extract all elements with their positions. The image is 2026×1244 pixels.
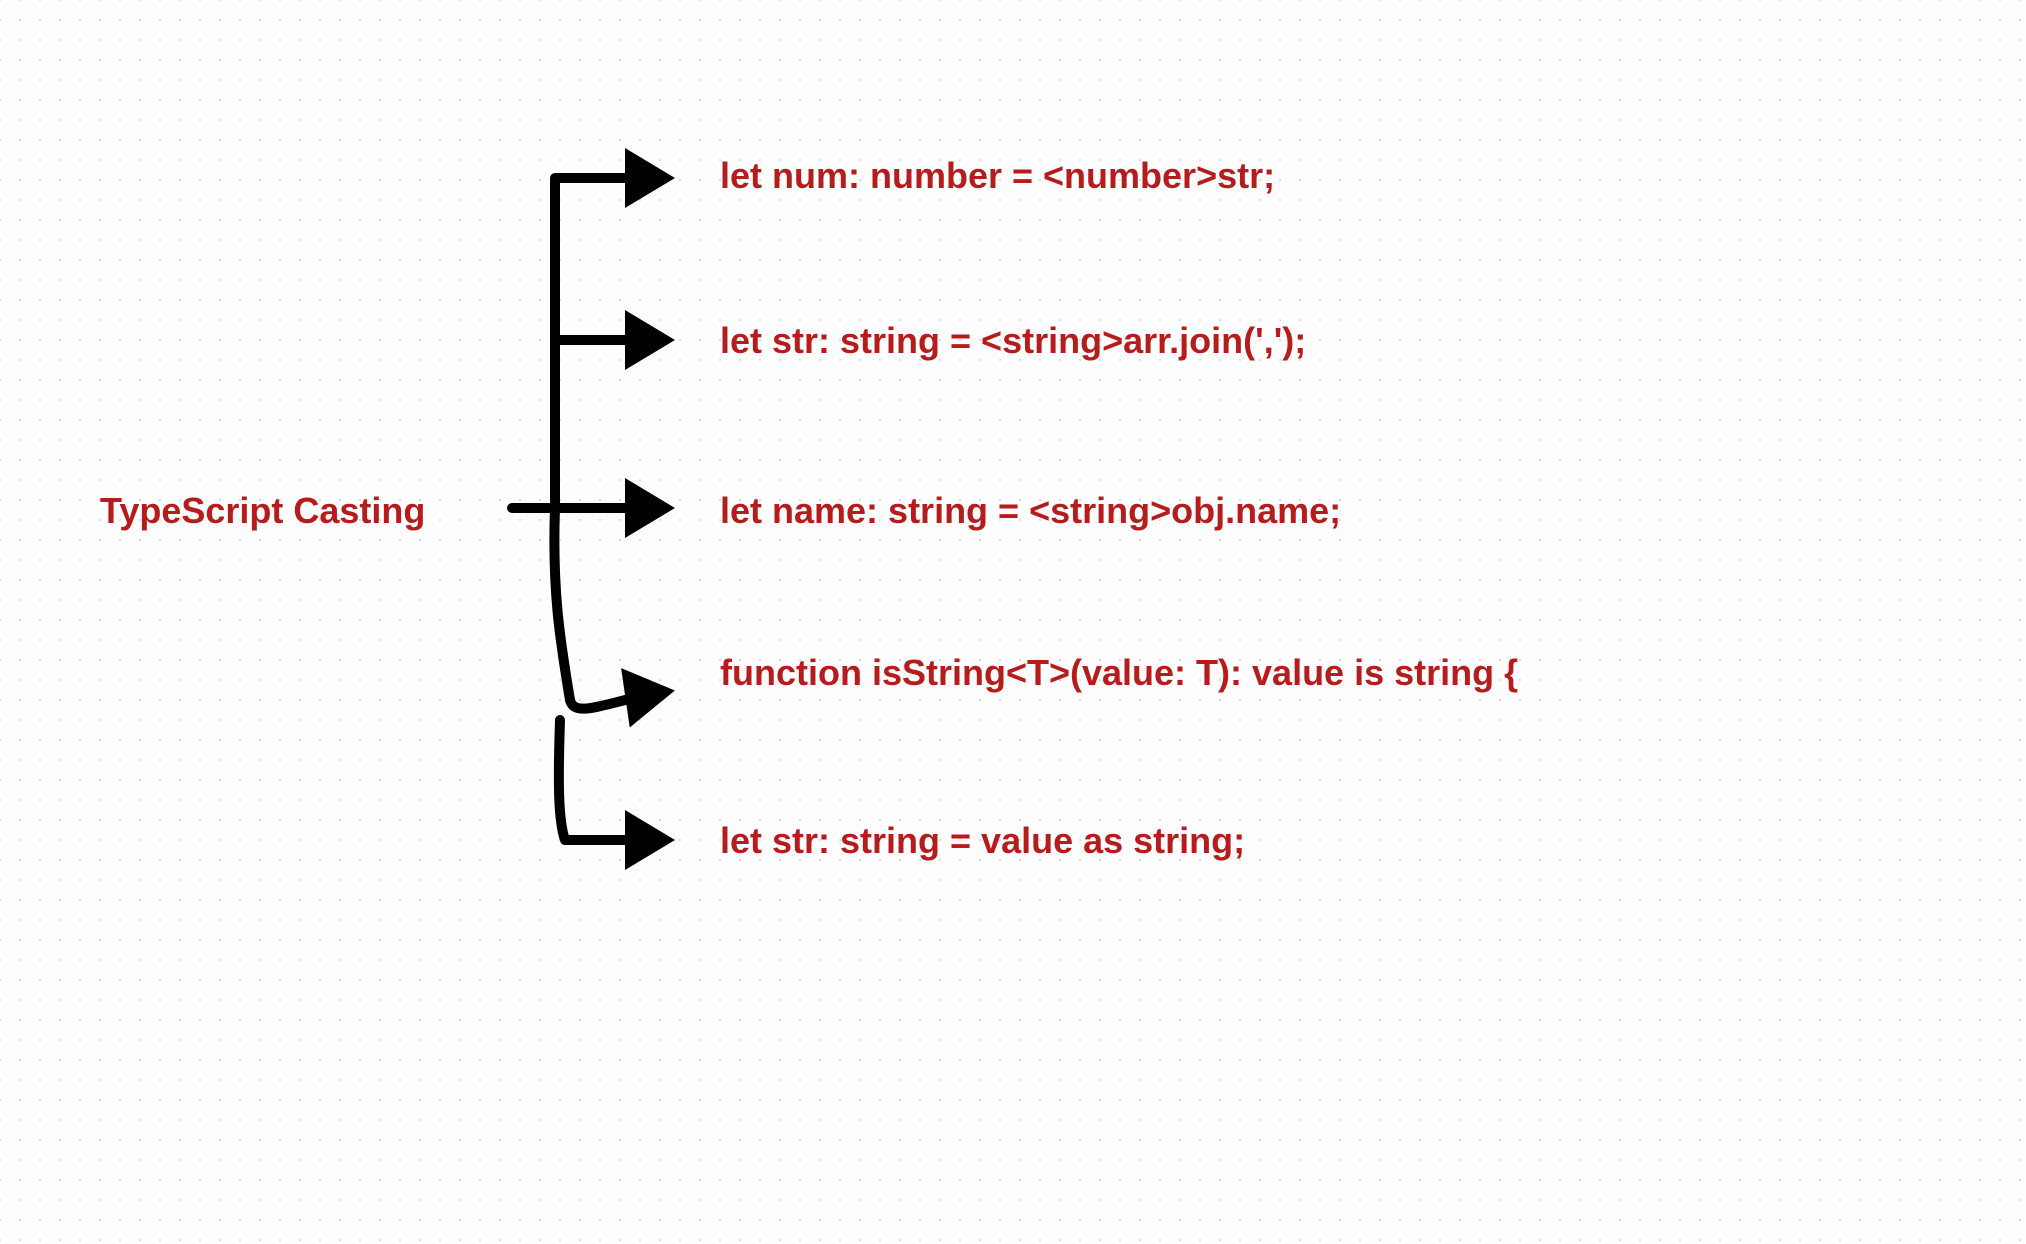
branch-label-2: let str: string = <string>arr.join(','); — [720, 320, 1306, 362]
branch-label-1: let num: number = <number>str; — [720, 155, 1275, 197]
branch-label-5: let str: string = value as string; — [720, 820, 1245, 862]
branch-label-3: let name: string = <string>obj.name; — [720, 490, 1341, 532]
root-label: TypeScript Casting — [100, 490, 425, 532]
branch-label-4: function isString<T>(value: T): value is… — [720, 652, 1518, 694]
